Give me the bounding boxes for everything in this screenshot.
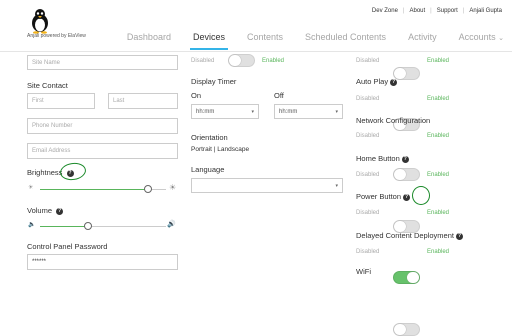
top-middle-toggle[interactable] xyxy=(228,54,255,67)
header-divider xyxy=(0,51,512,52)
help-icon[interactable]: ? xyxy=(56,207,64,215)
help-icon[interactable]: ? xyxy=(403,193,411,201)
timer-off-value: hh:mm xyxy=(279,108,298,115)
volume-label: Volume ? xyxy=(27,206,64,215)
help-icon[interactable]: ? xyxy=(390,78,398,86)
home-button-label: Home Button? xyxy=(356,154,409,163)
timer-off-select[interactable]: hh:mm ▾ xyxy=(274,104,343,119)
toggle-state-label: Disabled xyxy=(356,96,380,102)
brand-text: Anjali powered by ElaView xyxy=(27,33,86,39)
language-select[interactable]: ▾ xyxy=(191,178,343,193)
toggle-knob xyxy=(229,55,241,66)
brightness-low-icon: ☀ xyxy=(28,185,34,191)
orientation-landscape[interactable]: Landscape xyxy=(217,146,249,153)
help-icon[interactable]: ? xyxy=(401,155,409,163)
toggle-knob xyxy=(394,169,406,180)
orientation-options: Portrait | Landscape xyxy=(191,146,249,153)
first-name-input[interactable]: First xyxy=(27,93,95,109)
enabled-label: Enabled xyxy=(427,249,450,255)
enabled-label: Enabled xyxy=(427,172,450,178)
volume-slider-thumb[interactable] xyxy=(83,222,92,230)
auto-play-label: Auto Play? xyxy=(356,77,398,86)
delayed-content-deployment-label-text: Delayed Content Deployment xyxy=(356,231,454,240)
annotation-circle xyxy=(412,186,430,205)
help-icon[interactable]: ? xyxy=(455,232,463,240)
toggle-state-label: Disabled xyxy=(356,249,380,255)
support-link[interactable]: Support xyxy=(437,8,458,14)
volume-label-text: Volume xyxy=(27,206,53,215)
timer-on-value: hh:mm xyxy=(196,108,215,115)
network-configuration-label: Network Configuration xyxy=(356,116,431,125)
timer-on-label: On xyxy=(191,91,202,100)
separator: | xyxy=(462,8,465,14)
volume-slider-track[interactable] xyxy=(40,226,166,227)
about-link[interactable]: About xyxy=(409,8,425,14)
tab-scheduled-contents[interactable]: Scheduled Contents xyxy=(305,30,386,50)
separator: | xyxy=(430,8,432,14)
enabled-label: Enabled xyxy=(262,58,285,64)
timer-on-select[interactable]: hh:mm ▾ xyxy=(191,104,259,119)
tab-accounts[interactable]: Accounts ⌄ xyxy=(459,30,504,50)
volume-high-icon: 🔊 xyxy=(167,221,176,228)
phone-number-input[interactable]: Phone Number xyxy=(27,118,178,134)
chevron-down-icon: ⌄ xyxy=(498,35,504,42)
site-name-input[interactable]: Site Name xyxy=(27,55,178,70)
tab-contents[interactable]: Contents xyxy=(247,30,283,50)
tab-accounts-label: Accounts xyxy=(458,32,496,42)
network-configuration-toggle[interactable] xyxy=(393,168,420,181)
orientation-separator: | xyxy=(213,146,216,153)
toggle-state-label: Disabled xyxy=(356,58,380,64)
chevron-down-icon: ▾ xyxy=(251,108,254,115)
brightness-slider-thumb[interactable] xyxy=(144,185,153,193)
toggle-state-label: Disabled xyxy=(356,133,380,139)
toggle-knob xyxy=(394,324,406,335)
toggle-knob xyxy=(407,272,419,283)
enabled-label: Enabled xyxy=(427,210,450,216)
linux-penguin-logo-icon xyxy=(32,9,48,34)
power-button-label: Power Button? xyxy=(356,192,411,201)
wifi-label: WiFi xyxy=(356,267,371,276)
orientation-portrait[interactable]: Portrait xyxy=(191,146,212,153)
tab-activity[interactable]: Activity xyxy=(408,30,437,50)
home-button-label-text: Home Button xyxy=(356,154,400,163)
brightness-label-text: Brightness xyxy=(27,168,63,177)
top-links: Dev Zone | About | Support | Anjali Gupt… xyxy=(372,8,502,14)
enabled-label: Enabled xyxy=(427,133,450,139)
chevron-down-icon: ▾ xyxy=(335,108,338,115)
last-name-input[interactable]: Last xyxy=(108,93,178,109)
chevron-down-icon: ▾ xyxy=(335,182,338,189)
toggle-state-label: Disabled xyxy=(191,58,215,64)
password-input[interactable]: ****** xyxy=(27,254,178,270)
dev-zone-link[interactable]: Dev Zone xyxy=(372,8,398,14)
power-button-label-text: Power Button xyxy=(356,192,402,201)
volume-low-icon: 🔈 xyxy=(28,222,36,228)
enabled-label: Enabled xyxy=(427,96,450,102)
password-label: Control Panel Password xyxy=(27,242,108,251)
display-timer-label: Display Timer xyxy=(191,77,237,86)
orientation-label: Orientation xyxy=(191,133,228,142)
toggle-state-label: Disabled xyxy=(356,210,380,216)
site-contact-label: Site Contact xyxy=(27,81,68,90)
main-nav: Dashboard Devices Contents Scheduled Con… xyxy=(105,30,504,50)
toggle-state-label: Disabled xyxy=(356,172,380,178)
email-address-input[interactable]: Email Address xyxy=(27,143,178,159)
auto-play-label-text: Auto Play xyxy=(356,77,389,86)
tab-devices[interactable]: Devices xyxy=(189,30,228,50)
tab-dashboard[interactable]: Dashboard xyxy=(127,30,171,50)
enabled-label: Enabled xyxy=(427,58,450,64)
annotation-circle xyxy=(58,161,88,182)
delayed-content-deployment-label: Delayed Content Deployment? xyxy=(356,231,463,240)
separator: | xyxy=(402,8,405,14)
language-label: Language xyxy=(191,165,225,174)
timer-off-label: Off xyxy=(274,91,284,100)
user-menu[interactable]: Anjali Gupta xyxy=(469,8,502,14)
power-button-toggle[interactable] xyxy=(393,271,420,284)
brightness-high-icon: ☀ xyxy=(169,183,177,192)
delayed-content-toggle[interactable] xyxy=(393,323,420,336)
